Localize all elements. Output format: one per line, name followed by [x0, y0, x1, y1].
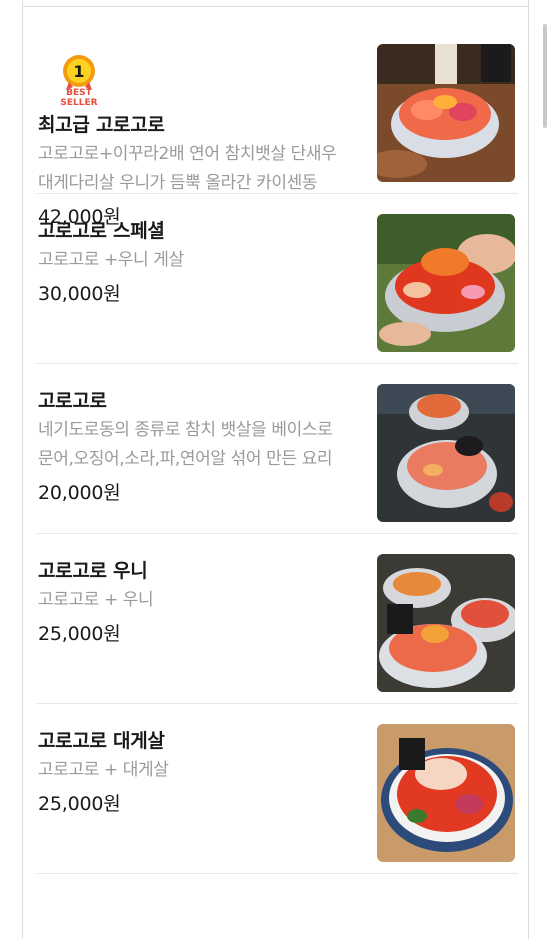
- menu-item[interactable]: 고로고로 스페셜 고로고로 +우니 게살 30,000원: [36, 194, 518, 364]
- page-edge-right: [528, 0, 529, 939]
- scrollbar[interactable]: [543, 24, 547, 128]
- item-description: 고로고로 + 대게살: [38, 756, 368, 785]
- menu-item[interactable]: 1 BEST SELLER 최고급 고로고로 고로고로+이꾸라2배 연어 참치뱃…: [36, 24, 518, 228]
- description-line: 고로고로 +우니 게살: [38, 250, 184, 270]
- badge-rank: 1: [73, 62, 84, 81]
- item-description: 고로고로+이꾸라2배 연어 참치뱃살 단새우 대게다리살 우니가 듬뿍 올라간 …: [38, 140, 368, 198]
- item-price: 20,000원: [38, 482, 121, 504]
- item-photo[interactable]: [377, 724, 515, 862]
- item-photo[interactable]: [377, 214, 515, 352]
- item-price: 30,000원: [38, 283, 121, 305]
- description-line: 고로고로+이꾸라2배 연어 참치뱃살 단새우: [38, 144, 337, 164]
- item-description: 네기도로동의 종류로 참치 뱃살을 베이스로 문어,오징어,소라,파,연어알 섞…: [38, 416, 368, 474]
- description-line: 고로고로 + 우니: [38, 590, 154, 610]
- description-line: 문어,오징어,소라,파,연어알 섞어 만든 요리: [38, 449, 333, 469]
- item-photo[interactable]: [377, 554, 515, 692]
- menu-item[interactable]: 고로고로 대게살 고로고로 + 대게살 25,000원: [36, 704, 518, 874]
- item-name: 고로고로 스페셜: [38, 220, 165, 242]
- item-photo[interactable]: [377, 384, 515, 522]
- menu-list: 1 BEST SELLER 최고급 고로고로 고로고로+이꾸라2배 연어 참치뱃…: [36, 24, 518, 874]
- item-description: 고로고로 +우니 게살: [38, 246, 368, 275]
- top-divider: [22, 6, 529, 7]
- item-photo[interactable]: [377, 44, 515, 182]
- badge-line2: SELLER: [60, 98, 97, 106]
- item-name: 고로고로 우니: [38, 560, 148, 582]
- item-name: 고로고로: [38, 390, 107, 412]
- item-name: 최고급 고로고로: [38, 114, 165, 136]
- menu-item[interactable]: 고로고로 네기도로동의 종류로 참치 뱃살을 베이스로 문어,오징어,소라,파,…: [36, 364, 518, 534]
- best-seller-badge: 1 BEST SELLER: [60, 55, 98, 106]
- page-edge-left: [22, 0, 23, 939]
- menu-item[interactable]: 고로고로 우니 고로고로 + 우니 25,000원: [36, 534, 518, 704]
- item-description: 고로고로 + 우니: [38, 586, 368, 615]
- item-name: 고로고로 대게살: [38, 730, 165, 752]
- badge-line1: BEST: [66, 88, 92, 98]
- item-price: 25,000원: [38, 793, 121, 815]
- description-line: 네기도로동의 종류로 참치 뱃살을 베이스로: [38, 420, 333, 440]
- item-price: 25,000원: [38, 623, 121, 645]
- description-line: 고로고로 + 대게살: [38, 760, 169, 780]
